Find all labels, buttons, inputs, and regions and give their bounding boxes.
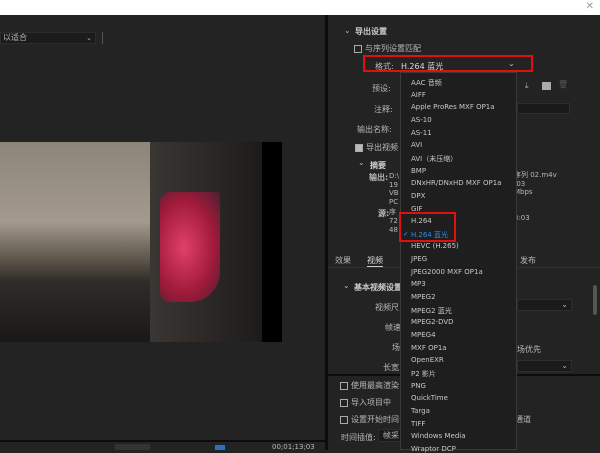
match-sequence-label: 与序列设置匹配 [365, 44, 421, 53]
frame-rate-label: 帧速 [385, 323, 401, 332]
export-video-checkbox[interactable]: 导出视频 [355, 142, 398, 153]
fit-label: 以适合 [3, 33, 27, 42]
format-option[interactable]: AIFF [411, 91, 426, 99]
time-interp-label: 时间插值: [341, 433, 376, 442]
output-name-label: 输出名称: [357, 125, 392, 134]
format-option[interactable]: MPEG2 蓝光 [411, 306, 452, 316]
scrollbar[interactable] [593, 285, 597, 315]
video-size-select[interactable]: ⌄ [517, 299, 572, 311]
summary-line: 48 [389, 226, 398, 234]
zoom-select[interactable] [115, 444, 150, 450]
summary-line: 72 [389, 217, 398, 225]
chevron-down-icon: ⌄ [86, 34, 92, 42]
format-dropdown[interactable]: H.264 蓝光 [401, 61, 443, 72]
field-order-value: 场优先 [517, 345, 541, 354]
import-project-label: 导入项目中 [351, 398, 391, 407]
format-option[interactable]: HEVC (H.265) [411, 242, 459, 250]
import-project-checkbox[interactable]: 导入项目中 [340, 397, 391, 408]
source-summary: 序 72 48 [389, 208, 398, 235]
section-title: 导出设置 [355, 27, 387, 36]
set-start-time-checkbox[interactable]: 设置开始时间 [340, 414, 399, 425]
format-option[interactable]: AVI（未压缩） [411, 154, 457, 164]
time-interp-value: 帧采 [383, 431, 399, 440]
output-summary-right: 序列 02.m4v :03 Mbps [514, 171, 557, 197]
format-option[interactable]: AVI [411, 141, 422, 149]
tab-video[interactable]: 视频 [367, 255, 383, 267]
format-option[interactable]: Apple ProRes MXF OP1a [411, 103, 495, 111]
format-option[interactable]: DPX [411, 192, 425, 200]
channel-label: 通道 [515, 415, 531, 424]
match-sequence-checkbox[interactable]: 与序列设置匹配 [354, 43, 421, 54]
output-summary: D:\ 19 VB PC [389, 172, 399, 206]
divider [102, 32, 103, 44]
video-preview [0, 142, 282, 342]
video-settings-title: 基本视频设置 [354, 283, 402, 292]
video-frame-taillight [160, 192, 220, 302]
format-dropdown-menu: AAC 音频 AIFF Apple ProRes MXF OP1a AS-10 AS-1… [400, 72, 517, 453]
format-option[interactable]: BMP [411, 167, 426, 175]
summary-line: Mbps [514, 188, 533, 196]
format-option[interactable]: JPEG2000 MXF OP1a [411, 268, 483, 276]
preset-label: 预设: [372, 84, 391, 93]
format-option[interactable]: AAC 音频 [411, 78, 442, 88]
save-preset-icon[interactable] [542, 82, 551, 90]
summary-line: 序 [389, 208, 396, 216]
format-option[interactable]: Targa [411, 407, 430, 415]
format-option[interactable]: MP3 [411, 280, 426, 288]
output-label: 输出: [369, 173, 389, 182]
field-order-label: 场 [392, 343, 400, 352]
format-option[interactable]: Wraptor DCP [411, 445, 456, 453]
collapse-icon[interactable]: ⌄ [358, 158, 365, 167]
close-icon[interactable]: ✕ [586, 1, 594, 12]
format-option[interactable]: DNxHR/DNxHD MXF OP1a [411, 179, 501, 187]
set-start-time-label: 设置开始时间 [351, 415, 399, 424]
format-option[interactable]: P2 影片 [411, 369, 436, 379]
max-render-label: 使用最高渲染 [351, 381, 399, 390]
format-option[interactable]: MPEG4 [411, 331, 436, 339]
delete-preset-icon[interactable]: 🗑 [558, 80, 568, 89]
comments-input[interactable] [517, 103, 570, 114]
format-option[interactable]: MPEG2-DVD [411, 318, 454, 326]
summary-line: VB [389, 189, 399, 197]
format-option[interactable]: MPEG2 [411, 293, 436, 301]
tab-effects[interactable]: 效果 [335, 255, 351, 266]
import-preset-icon[interactable]: ⤓ [525, 81, 529, 91]
selection-highlight [399, 212, 456, 242]
source-label: 源: [378, 209, 390, 218]
max-render-checkbox[interactable]: 使用最高渲染 [340, 380, 399, 391]
summary-line: :03 [514, 179, 526, 188]
video-size-label: 视频尺 [375, 303, 399, 312]
format-option[interactable]: AS-11 [411, 129, 432, 137]
divider [0, 440, 325, 442]
format-option[interactable]: TIFF [411, 420, 425, 428]
collapse-icon[interactable]: ⌄ [344, 26, 351, 35]
comments-label: 注释: [374, 105, 393, 114]
chevron-down-icon: ⌄ [508, 59, 515, 68]
summary-line: PC [389, 197, 399, 206]
collapse-icon[interactable]: ⌄ [343, 281, 350, 290]
summary-line: D:\ [389, 172, 400, 180]
aspect-select[interactable]: ⌄ [517, 360, 572, 372]
format-option[interactable]: MXF OP1a [411, 344, 447, 352]
chevron-down-icon: ⌄ [561, 300, 568, 309]
aspect-label: 长宽 [383, 363, 399, 372]
settings-icon[interactable] [215, 445, 225, 450]
format-label: 格式: [375, 62, 394, 71]
title-bar: ✕ [0, 0, 600, 15]
tab-publish[interactable]: 发布 [520, 255, 536, 266]
chevron-down-icon: ⌄ [561, 361, 568, 370]
summary-title: 摘要 [370, 161, 386, 170]
format-option[interactable]: AS-10 [411, 116, 432, 124]
format-option[interactable]: JPEG [411, 255, 427, 263]
fit-dropdown[interactable]: 以适合 ⌄ [0, 32, 96, 44]
summary-line: 序列 02.m4v [514, 171, 557, 179]
format-option[interactable]: Windows Media [411, 432, 466, 440]
format-option[interactable]: OpenEXR [411, 356, 444, 364]
export-video-label: 导出视频 [366, 143, 398, 152]
summary-line: 19 [389, 180, 398, 189]
format-option[interactable]: QuickTime [411, 394, 448, 402]
format-option[interactable]: PNG [411, 382, 426, 390]
